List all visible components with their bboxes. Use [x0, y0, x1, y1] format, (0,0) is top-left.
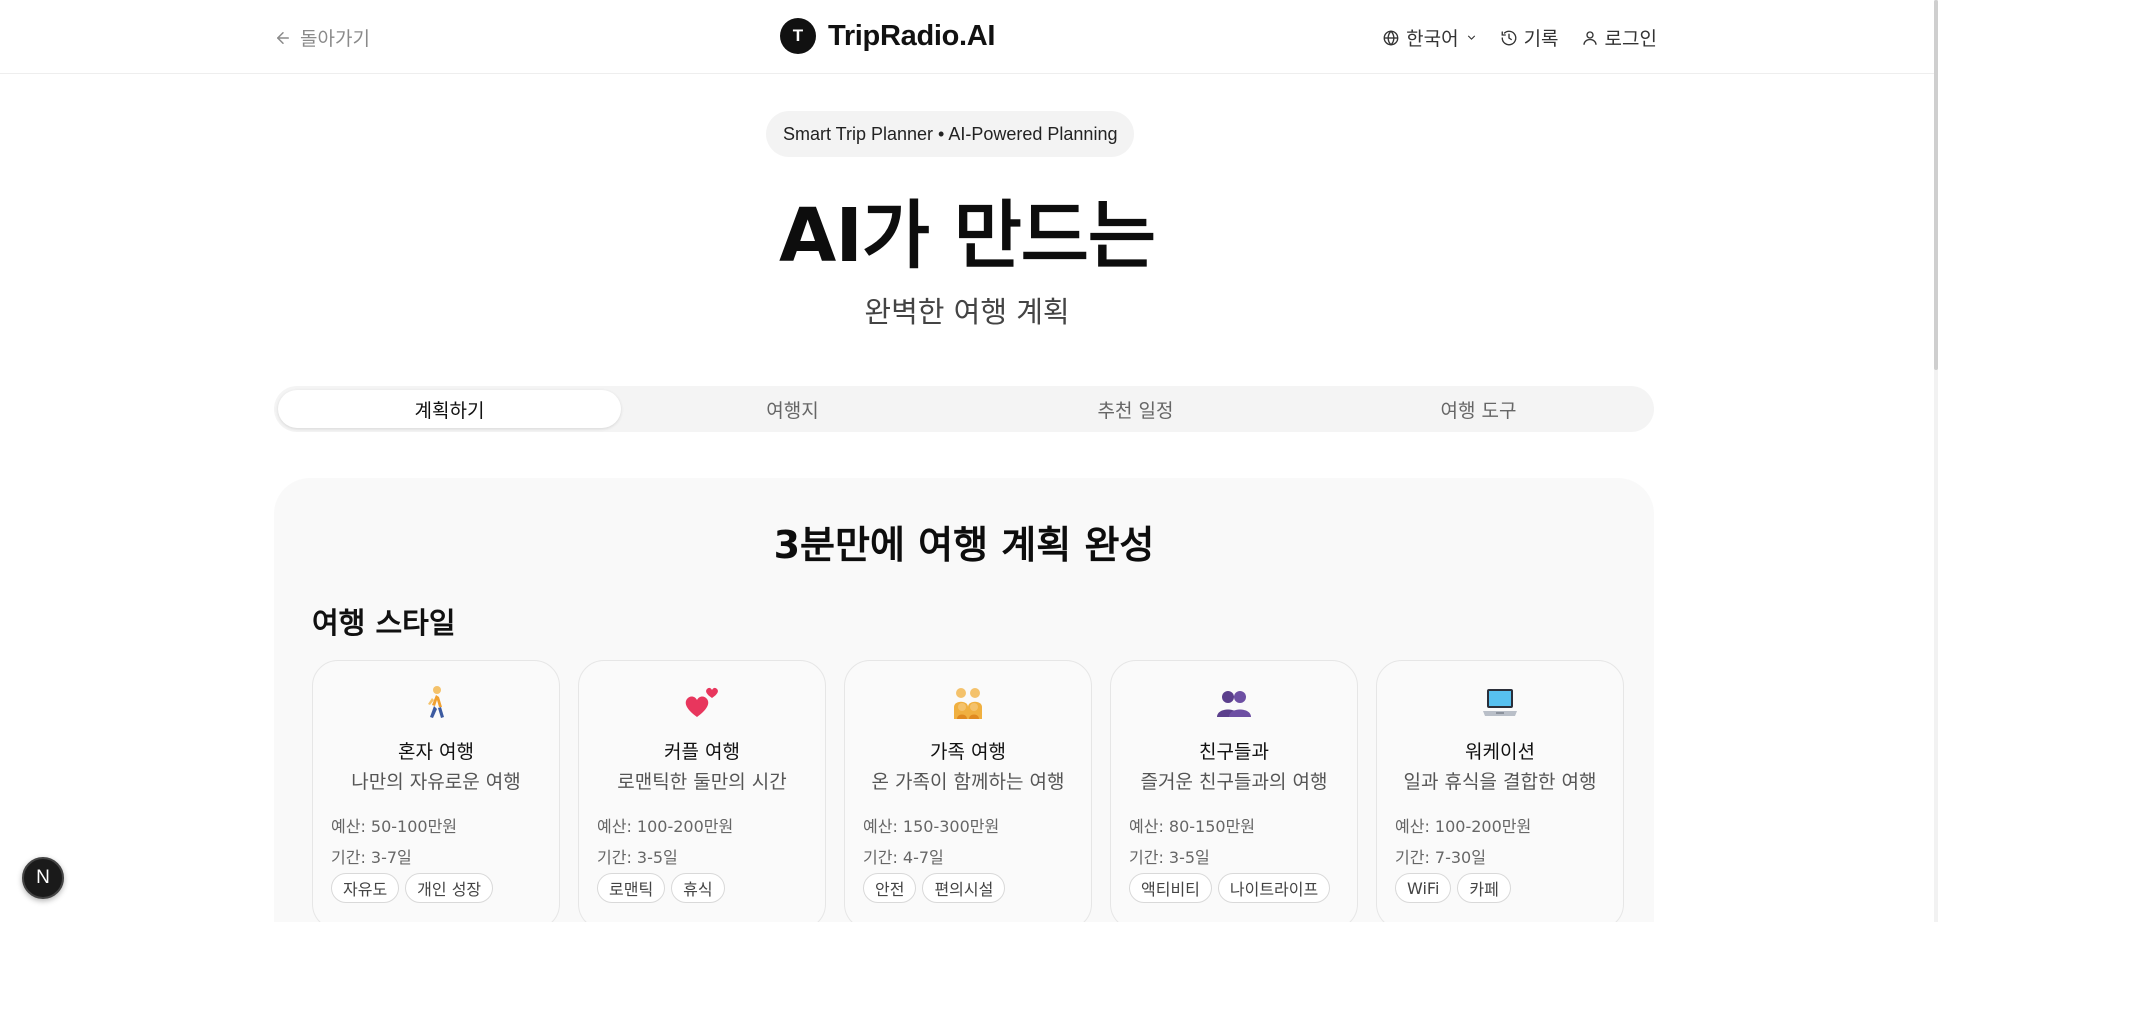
tab-plan[interactable]: 계획하기: [278, 390, 621, 428]
style-name: 커플 여행: [664, 741, 740, 763]
history-button[interactable]: 기록: [1500, 24, 1559, 51]
tab-recommended-itinerary[interactable]: 추천 일정: [964, 390, 1307, 428]
brand-name: TripRadio.AI: [828, 19, 996, 52]
hero-badge: Smart Trip Planner • AI-Powered Planning: [766, 111, 1135, 157]
travel-style-heading: 여행 스타일: [312, 606, 456, 640]
style-duration: 기간: 3-5일: [1129, 848, 1210, 867]
planner-panel: 3분만에 여행 계획 완성 여행 스타일 혼자 여행 나만의 자유로운 여행 예…: [274, 478, 1654, 922]
globe-icon: [1383, 29, 1399, 46]
brand-logo: T: [780, 18, 816, 54]
style-tags: 액티비티 나이트라이프: [1129, 873, 1331, 903]
style-budget: 예산: 80-150만원: [1129, 817, 1256, 836]
style-tag: 개인 성장: [405, 873, 494, 903]
walking-person-icon: [313, 683, 559, 732]
history-label: 기록: [1523, 28, 1559, 50]
style-duration: 기간: 3-7일: [331, 848, 412, 867]
dev-tools-badge[interactable]: N: [22, 857, 64, 899]
style-tags: 자유도 개인 성장: [331, 873, 494, 903]
style-budget: 예산: 50-100만원: [331, 817, 458, 836]
login-label: 로그인: [1604, 28, 1657, 50]
page-scrollbar[interactable]: [1934, 0, 1938, 922]
user-icon: [1582, 30, 1597, 45]
language-label: 한국어: [1406, 28, 1459, 50]
family-icon: [845, 683, 1091, 732]
style-budget: 예산: 100-200만원: [1395, 817, 1532, 836]
hero-subtitle: 완벽한 여행 계획: [864, 295, 1070, 329]
chevron-down-icon: [1467, 35, 1475, 40]
style-name: 혼자 여행: [398, 741, 474, 763]
style-duration: 기간: 3-5일: [597, 848, 678, 867]
back-label: 돌아가기: [300, 28, 370, 50]
style-description: 나만의 자유로운 여행: [351, 771, 521, 793]
travel-style-cards: 혼자 여행 나만의 자유로운 여행 예산: 50-100만원 기간: 3-7일 …: [312, 660, 1624, 922]
scrollbar-thumb[interactable]: [1934, 0, 1938, 370]
hero-title: AI가 만드는: [779, 193, 1156, 279]
tab-travel-tools[interactable]: 여행 도구: [1307, 390, 1650, 428]
main-tabs: 계획하기 여행지 추천 일정 여행 도구: [274, 386, 1654, 432]
style-duration: 기간: 4-7일: [863, 848, 944, 867]
style-name: 친구들과: [1199, 741, 1269, 763]
laptop-icon: [1377, 683, 1623, 732]
style-name: 가족 여행: [930, 741, 1006, 763]
panel-title: 3분만에 여행 계획 완성: [773, 523, 1155, 567]
style-tag: 액티비티: [1129, 873, 1212, 903]
tab-destinations[interactable]: 여행지: [621, 390, 964, 428]
top-header: 돌아가기 T TripRadio.AI 한국어 기록 로그인: [0, 0, 1934, 74]
style-description: 로맨틱한 둘만의 시간: [617, 771, 787, 793]
style-card-couple[interactable]: 커플 여행 로맨틱한 둘만의 시간 예산: 100-200만원 기간: 3-5일…: [578, 660, 826, 922]
style-tag: 안전: [863, 873, 917, 903]
style-tag: 로맨틱: [597, 873, 666, 903]
style-card-family[interactable]: 가족 여행 온 가족이 함께하는 여행 예산: 150-300만원 기간: 4-…: [844, 660, 1092, 922]
style-name: 워케이션: [1465, 741, 1535, 763]
back-link[interactable]: 돌아가기: [274, 24, 370, 51]
brand[interactable]: T TripRadio.AI: [780, 18, 995, 54]
style-card-friends[interactable]: 친구들과 즐거운 친구들과의 여행 예산: 80-150만원 기간: 3-5일 …: [1110, 660, 1358, 922]
page-viewport: 돌아가기 T TripRadio.AI 한국어 기록 로그인 Smart Tri…: [0, 0, 1938, 922]
language-selector[interactable]: 한국어: [1382, 24, 1477, 51]
style-card-solo[interactable]: 혼자 여행 나만의 자유로운 여행 예산: 50-100만원 기간: 3-7일 …: [312, 660, 560, 922]
style-tag: 휴식: [671, 873, 725, 903]
style-tag: WiFi: [1395, 873, 1452, 903]
style-card-workation[interactable]: 워케이션 일과 휴식을 결합한 여행 예산: 100-200만원 기간: 7-3…: [1376, 660, 1624, 922]
header-actions: 한국어 기록 로그인: [1382, 24, 1657, 51]
style-budget: 예산: 150-300만원: [863, 817, 1000, 836]
friends-group-icon: [1111, 683, 1357, 732]
arrow-left-icon: [277, 31, 289, 44]
style-tag: 편의시설: [922, 873, 1006, 903]
style-tag: 자유도: [331, 873, 400, 903]
style-description: 즐거운 친구들과의 여행: [1140, 771, 1328, 793]
style-description: 일과 휴식을 결합한 여행: [1403, 771, 1597, 793]
style-tags: WiFi 카페: [1395, 873, 1511, 903]
style-tag: 나이트라이프: [1217, 873, 1331, 903]
style-budget: 예산: 100-200만원: [597, 817, 734, 836]
style-duration: 기간: 7-30일: [1395, 848, 1486, 867]
two-hearts-icon: [579, 683, 825, 732]
style-tags: 안전 편의시설: [863, 873, 1006, 903]
style-description: 온 가족이 함께하는 여행: [871, 771, 1065, 793]
style-tag: 카페: [1457, 873, 1511, 903]
style-tags: 로맨틱 휴식: [597, 873, 725, 903]
history-icon: [1501, 30, 1516, 45]
login-button[interactable]: 로그인: [1581, 24, 1657, 51]
